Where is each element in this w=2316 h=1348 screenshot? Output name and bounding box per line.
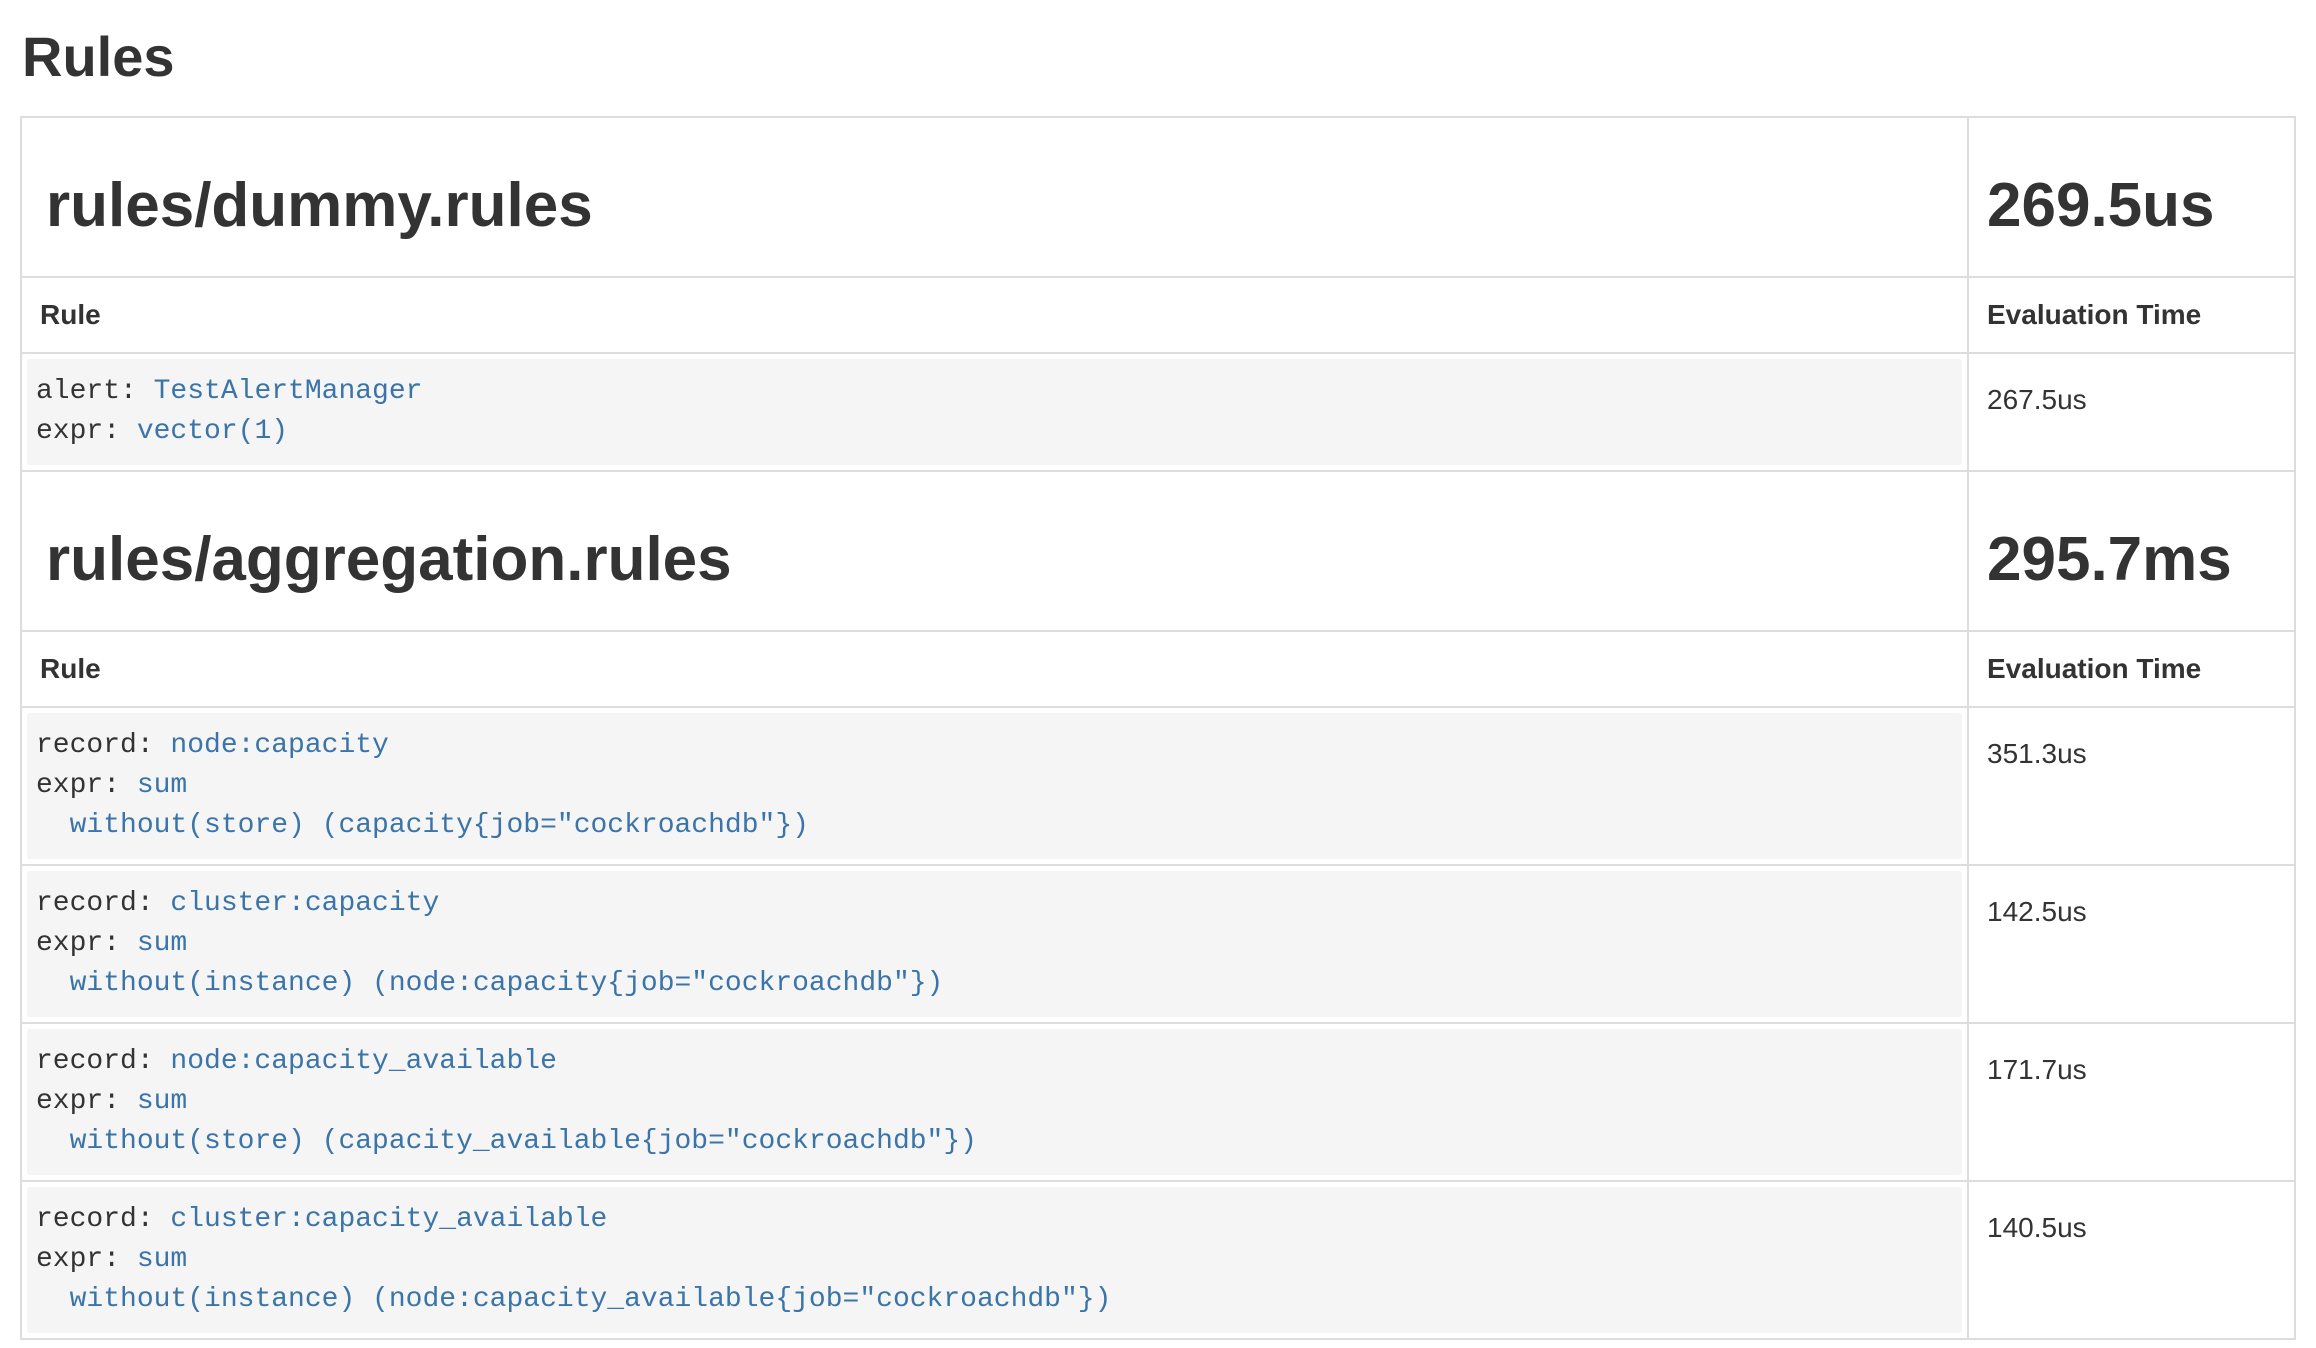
rule-keyword: expr: [36,770,137,801]
rules-table: rules/dummy.rules269.5usRuleEvaluation T… [20,116,2296,1340]
rule-evaluation-time: 171.7us [1968,1023,2295,1181]
rule-cell: record: node:capacity_available expr: su… [21,1023,1968,1181]
rule-link[interactable]: sum without(store) (capacity_available{j… [36,1086,977,1157]
group-evaluation-time-cell: 295.7ms [1968,471,2295,631]
rule-keyword: expr: [36,416,137,447]
group-name-cell: rules/aggregation.rules [21,471,1968,631]
rule-definition: record: cluster:capacity expr: sum witho… [27,871,1962,1017]
rule-row: record: cluster:capacity expr: sum witho… [21,865,2295,1023]
rule-keyword: record: [36,888,170,919]
rule-definition: record: cluster:capacity_available expr:… [27,1187,1962,1333]
rule-evaluation-time: 267.5us [1968,353,2295,471]
rule-link[interactable]: cluster:capacity_available [170,1204,607,1235]
rule-cell: record: node:capacity expr: sum without(… [21,707,1968,865]
rule-evaluation-time: 142.5us [1968,865,2295,1023]
rule-keyword: expr: [36,1086,137,1117]
rule-definition: record: node:capacity_available expr: su… [27,1029,1962,1175]
rule-row: alert: TestAlertManager expr: vector(1)2… [21,353,2295,471]
rule-row: record: node:capacity expr: sum without(… [21,707,2295,865]
rule-keyword: record: [36,1046,170,1077]
rule-evaluation-time: 140.5us [1968,1181,2295,1339]
evaluation-time-column-header: Evaluation Time [1968,277,2295,353]
rule-definition: alert: TestAlertManager expr: vector(1) [27,359,1962,465]
rule-link[interactable]: vector(1) [137,416,288,447]
group-name: rules/aggregation.rules [46,526,1943,594]
rule-keyword: record: [36,730,170,761]
rule-cell: alert: TestAlertManager expr: vector(1) [21,353,1968,471]
rule-link[interactable]: sum without(instance) (node:capacity{job… [36,928,943,999]
rules-table-body: rules/dummy.rules269.5usRuleEvaluation T… [21,117,2295,1339]
rule-evaluation-time: 351.3us [1968,707,2295,865]
rule-link[interactable]: sum without(instance) (node:capacity_ava… [36,1244,1111,1315]
rule-column-header: Rule [21,277,1968,353]
group-header-row: rules/aggregation.rules 295.7ms [21,471,2295,631]
rule-cell: record: cluster:capacity_available expr:… [21,1181,1968,1339]
rule-link[interactable]: cluster:capacity [170,888,439,919]
page-title: Rules [22,26,2294,88]
rule-keyword: alert: [36,376,154,407]
rule-link[interactable]: sum without(store) (capacity{job="cockro… [36,770,809,841]
page-content: Rules rules/dummy.rules269.5usRuleEvalua… [20,26,2294,1340]
column-header-row: RuleEvaluation Time [21,277,2295,353]
column-header-row: RuleEvaluation Time [21,631,2295,707]
rule-row: record: cluster:capacity_available expr:… [21,1181,2295,1339]
group-name: rules/dummy.rules [46,172,1943,240]
rule-link[interactable]: node:capacity [170,730,388,761]
group-evaluation-time: 269.5us [1987,172,2270,240]
group-name-cell: rules/dummy.rules [21,117,1968,277]
rule-cell: record: cluster:capacity expr: sum witho… [21,865,1968,1023]
group-evaluation-time: 295.7ms [1987,526,2270,594]
group-evaluation-time-cell: 269.5us [1968,117,2295,277]
rule-definition: record: node:capacity expr: sum without(… [27,713,1962,859]
rule-column-header: Rule [21,631,1968,707]
rule-link[interactable]: TestAlertManager [154,376,423,407]
rule-keyword: expr: [36,1244,137,1275]
rule-link[interactable]: node:capacity_available [170,1046,556,1077]
rule-row: record: node:capacity_available expr: su… [21,1023,2295,1181]
group-header-row: rules/dummy.rules 269.5us [21,117,2295,277]
rule-keyword: expr: [36,928,137,959]
evaluation-time-column-header: Evaluation Time [1968,631,2295,707]
rule-keyword: record: [36,1204,170,1235]
